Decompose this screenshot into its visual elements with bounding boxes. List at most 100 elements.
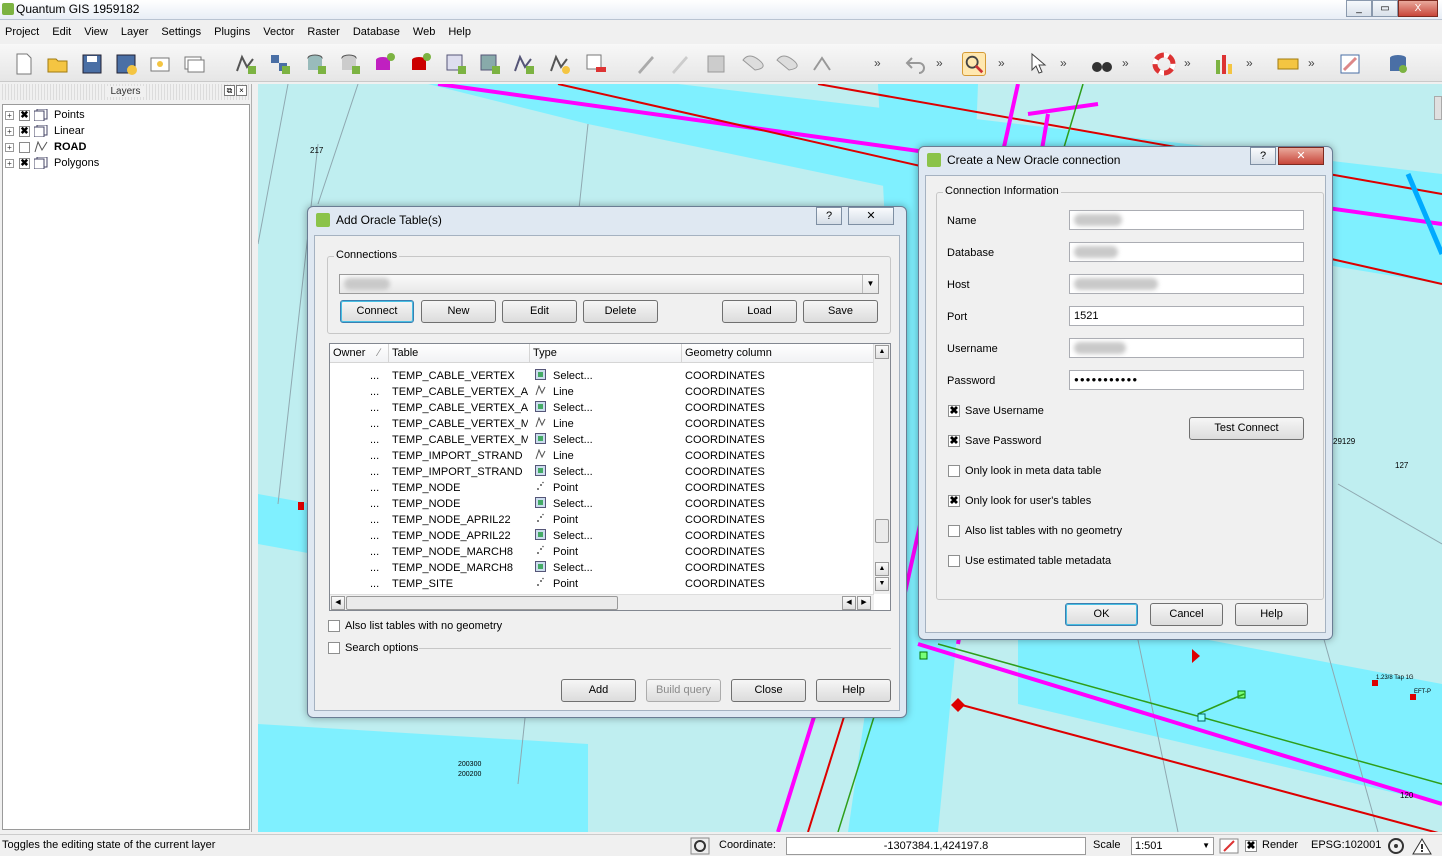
scroll-thumb[interactable] (875, 519, 889, 543)
add-vector-layer-icon[interactable] (234, 52, 258, 76)
open-project-icon[interactable] (46, 52, 70, 76)
expand-icon[interactable]: + (5, 110, 14, 120)
layer-visibility-checkbox[interactable]: ✖ (19, 125, 30, 137)
save-as-icon[interactable] (114, 52, 138, 76)
username-field[interactable] (1069, 338, 1304, 358)
layer-visibility-checkbox[interactable] (19, 141, 30, 153)
render-checkbox[interactable]: ✖ (1245, 840, 1257, 852)
only-user-tables-checkbox[interactable]: ✖ Only look for user's tables (948, 495, 1091, 507)
save-username-checkbox[interactable]: ✖ Save Username (948, 405, 1044, 417)
table-row[interactable]: ... TEMP_NODE Point COORDINATES (330, 480, 874, 496)
database-manager-icon[interactable] (1386, 52, 1410, 76)
cancel-button[interactable]: Cancel (1150, 603, 1223, 626)
scroll-left-icon[interactable]: ◀ (331, 596, 345, 610)
edit-button[interactable]: Edit (502, 300, 577, 323)
table-row[interactable]: ... TEMP_NODE_MARCH8 Select... COORDINATES (330, 560, 874, 576)
toolbar-overflow-2[interactable]: » (936, 56, 943, 70)
edit-pencil-icon[interactable] (668, 52, 692, 76)
menu-vector[interactable]: Vector (258, 26, 302, 38)
toolbar-overflow-4[interactable]: » (1060, 56, 1067, 70)
help-lifebuoy-icon[interactable] (1152, 52, 1176, 76)
composer-manager-icon[interactable] (182, 52, 206, 76)
also-list-no-geometry-checkbox[interactable]: Also list tables with no geometry (328, 620, 502, 632)
epsg-label[interactable]: EPSG:102001 (1311, 839, 1381, 851)
add-wcs-layer-icon[interactable] (478, 52, 502, 76)
expand-icon[interactable]: + (5, 142, 14, 152)
menu-settings[interactable]: Settings (156, 26, 209, 38)
identify-icon[interactable] (1028, 52, 1052, 76)
new-print-composer-icon[interactable] (148, 52, 172, 76)
dialog-close-button[interactable]: ✕ (848, 207, 894, 225)
toolbar-overflow-8[interactable]: » (1308, 56, 1315, 70)
table-row[interactable]: ... TEMP_IMPORT_STRAND Line COORDINATES (330, 448, 874, 464)
table-row[interactable]: ... TEMP_CABLE_VERTEX_A... Select... COORDI… (330, 400, 874, 416)
layer-item-points[interactable]: + ✖ Points (3, 107, 85, 123)
table-row[interactable]: ... TEMP_IMPORT_STRAND Select... COORDINATE… (330, 464, 874, 480)
context-help-button[interactable]: ? (1250, 147, 1276, 165)
scroll-right-icon[interactable]: ▶ (857, 596, 871, 610)
toggle-editing-icon[interactable] (634, 52, 658, 76)
layer-item-linear[interactable]: + ✖ Linear (3, 123, 85, 139)
messages-warning-icon[interactable] (1412, 837, 1432, 855)
menu-raster[interactable]: Raster (302, 26, 347, 38)
dialog-close-button[interactable]: ✕ (1278, 147, 1324, 165)
toolbar-overflow-1[interactable]: » (874, 56, 881, 70)
table-row[interactable]: ... TEMP_NODE Select... COORDINATES (330, 496, 874, 512)
checkbox-box[interactable] (948, 555, 960, 567)
binoculars-icon[interactable] (1090, 52, 1114, 76)
menu-project[interactable]: Project (0, 26, 47, 38)
menu-help[interactable]: Help (443, 26, 479, 38)
host-field[interactable] (1069, 274, 1304, 294)
horizontal-scrollbar[interactable]: ◀ ◀ ▶ (330, 594, 874, 610)
new-button[interactable]: New (421, 300, 496, 323)
map-right-scrollbar[interactable] (1434, 96, 1442, 120)
add-feature-icon[interactable] (740, 52, 764, 76)
name-field[interactable] (1069, 210, 1304, 230)
undo-icon[interactable] (904, 52, 928, 76)
add-raster-layer-icon[interactable] (268, 52, 292, 76)
toolbar-overflow-6[interactable]: » (1184, 56, 1191, 70)
menu-database[interactable]: Database (348, 26, 408, 38)
table-row[interactable]: ... TEMP_NODE_MARCH8 Point COORDINATES (330, 544, 874, 560)
table-row[interactable]: ... TEMP_CABLE_VERTEX_M... Line COORDINATES (330, 416, 874, 432)
connect-button[interactable]: Connect (340, 300, 414, 323)
port-field[interactable]: 1521 (1069, 306, 1304, 326)
layer-visibility-checkbox[interactable]: ✖ (19, 157, 30, 169)
delete-button[interactable]: Delete (583, 300, 658, 323)
node-tool-icon[interactable] (810, 52, 834, 76)
checkbox-box[interactable]: ✖ (948, 495, 960, 507)
remove-layer-icon[interactable] (584, 52, 608, 76)
help-button[interactable]: Help (1235, 603, 1308, 626)
move-feature-icon[interactable] (774, 52, 798, 76)
add-mssql-layer-icon[interactable] (372, 52, 396, 76)
pan-zoom-icon[interactable] (962, 52, 986, 76)
table-row[interactable]: ... TEMP_SITE Point COORDINATES (330, 576, 874, 592)
ok-button[interactable]: OK (1065, 603, 1138, 626)
layer-item-polygons[interactable]: + ✖ Polygons (3, 155, 99, 171)
password-field[interactable]: ●●●●●●●●●●● (1069, 370, 1304, 390)
toolbar-overflow-5[interactable]: » (1122, 56, 1129, 70)
only-meta-data-table-checkbox[interactable]: Only look in meta data table (948, 465, 1101, 477)
column-header-owner[interactable]: Owner ∕ (330, 344, 389, 363)
help-button[interactable]: Help (816, 679, 891, 702)
menu-web[interactable]: Web (408, 26, 443, 38)
add-postgis-layer-icon[interactable] (304, 52, 328, 76)
checkbox-box[interactable] (328, 642, 340, 654)
table-row[interactable]: ... TEMP_NODE_APRIL22 Point COORDINATES (330, 512, 874, 528)
search-options-checkbox[interactable]: Search options (328, 642, 418, 654)
scroll-up-icon[interactable]: ▲ (875, 345, 889, 359)
connections-combo[interactable]: ▼ (339, 274, 879, 294)
scroll-left-icon[interactable]: ◀ (842, 596, 856, 610)
close-button[interactable]: X (1398, 0, 1438, 17)
toolbar-overflow-3[interactable]: » (998, 56, 1005, 70)
checkbox-box[interactable]: ✖ (948, 405, 960, 417)
coordinate-field[interactable]: -1307384.1,424197.8 (786, 837, 1086, 855)
add-wms-layer-icon[interactable] (444, 52, 468, 76)
new-shapefile-icon[interactable] (548, 52, 572, 76)
column-header-table[interactable]: Table (389, 344, 530, 363)
also-list-no-geometry-checkbox[interactable]: Also list tables with no geometry (948, 525, 1122, 537)
column-header-geometry[interactable]: Geometry column (682, 344, 874, 363)
label-abc-icon[interactable] (1276, 52, 1300, 76)
save-project-icon[interactable] (80, 52, 104, 76)
add-wfs-layer-icon[interactable] (512, 52, 536, 76)
